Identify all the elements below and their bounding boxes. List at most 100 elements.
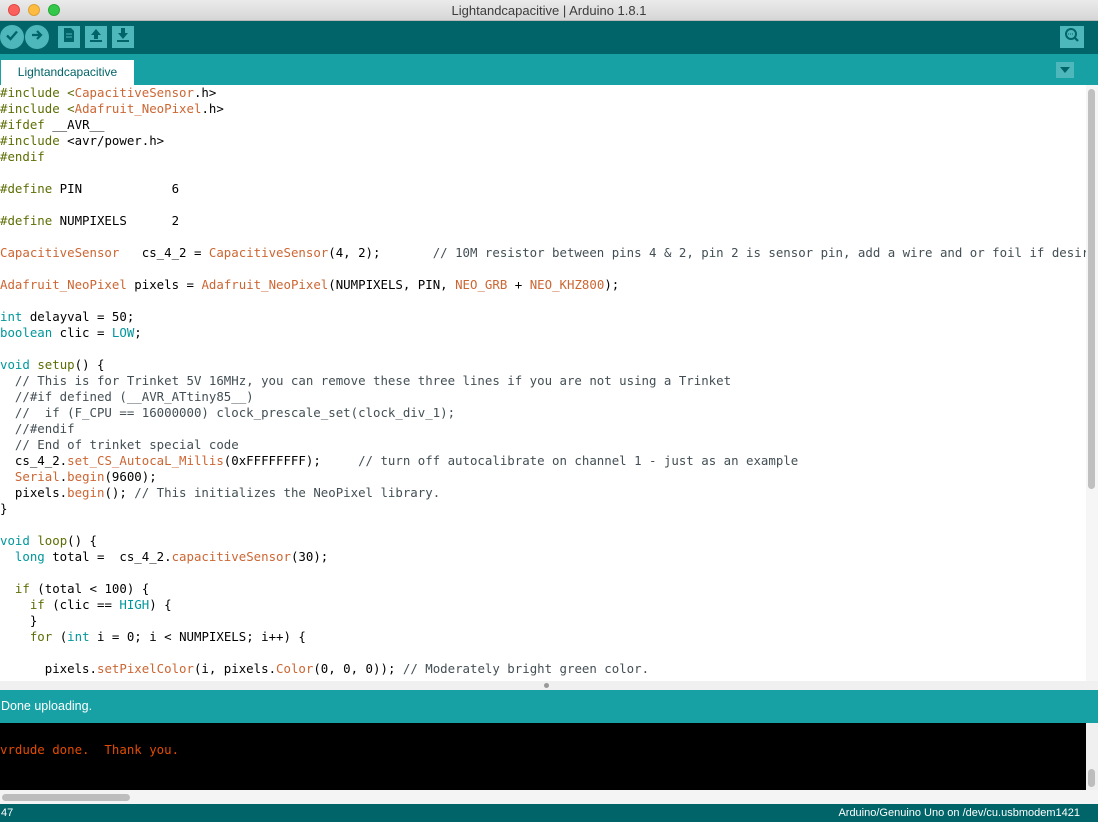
code-token: #include (0, 133, 60, 148)
toolbar (0, 21, 1098, 54)
code-line[interactable]: #define NUMPIXELS 2 (0, 213, 179, 229)
code-line[interactable]: if (clic == HIGH) { (0, 597, 172, 613)
code-line[interactable]: //#endif (0, 421, 75, 437)
code-token: loop (37, 533, 68, 548)
code-token: .h> (201, 101, 224, 116)
code-token: i = 0; i < NUMPIXELS; i++) { (89, 629, 306, 644)
code-token: (i, pixels. (193, 661, 277, 676)
open-arrow-up-icon (89, 27, 103, 48)
code-token: //#if defined (__AVR_ATtiny85__) (0, 389, 254, 404)
code-line[interactable]: pixels.setPixelColor(i, pixels.Color(0, … (0, 661, 649, 677)
code-line[interactable]: // This is for Trinket 5V 16MHz, you can… (0, 373, 731, 389)
code-token: .h> (193, 85, 217, 100)
console-scroll-thumb[interactable] (1088, 769, 1095, 787)
new-sketch-button[interactable] (58, 26, 80, 48)
code-line[interactable]: void setup() { (0, 357, 104, 373)
code-token: #define (0, 181, 53, 196)
code-token: boolean (0, 325, 53, 340)
open-sketch-button[interactable] (85, 26, 107, 48)
code-token: for (29, 629, 53, 644)
code-token: #include < (0, 101, 75, 116)
tab-lightandcapacitive[interactable]: Lightandcapacitive (1, 60, 134, 85)
code-line[interactable]: void loop() { (0, 533, 97, 549)
code-token: void (0, 533, 30, 548)
code-token: CapacitiveSensor (208, 245, 329, 260)
code-token: (); (104, 485, 135, 500)
code-line[interactable]: #include <avr/power.h> (0, 133, 164, 149)
code-line[interactable]: #endif (0, 149, 45, 165)
code-token: } (0, 613, 38, 628)
code-line[interactable]: long total = cs_4_2.capacitiveSensor(30)… (0, 549, 328, 565)
console-horizontal-scrollbar[interactable] (0, 790, 1098, 804)
save-arrow-down-icon (116, 27, 130, 48)
console-vertical-scrollbar[interactable] (1086, 723, 1098, 790)
code-token: ) { (149, 597, 172, 612)
window-title: Lightandcapacitive | Arduino 1.8.1 (451, 3, 647, 18)
code-line[interactable]: // if (F_CPU == 16000000) clock_prescale… (0, 405, 455, 421)
code-line[interactable]: pixels.begin(); // This initializes the … (0, 485, 440, 501)
code-token: LOW (111, 325, 135, 340)
editor-console-divider[interactable] (0, 681, 1098, 690)
divider-handle-icon[interactable] (544, 683, 549, 688)
code-line[interactable]: if (total < 100) { (0, 581, 149, 597)
code-token: capacitiveSensor (171, 549, 291, 564)
code-line[interactable]: } (0, 613, 37, 629)
code-line[interactable]: Serial.begin(9600); (0, 469, 157, 485)
code-token: begin (67, 469, 105, 484)
code-token: // 10M resistor between pins 4 & 2, pin … (432, 245, 1086, 260)
code-token: if (14, 581, 30, 596)
code-token: CapacitiveSensor (74, 85, 194, 100)
code-line[interactable]: int delayval = 50; (0, 309, 134, 325)
code-token: (4, 2); (328, 245, 433, 260)
code-line[interactable]: #include <Adafruit_NeoPixel.h> (0, 101, 224, 117)
code-token: // if (F_CPU == 16000000) clock_prescale… (0, 405, 456, 420)
code-token: ( (52, 629, 68, 644)
code-token: pixels. (0, 485, 68, 500)
magnifier-icon (1063, 27, 1081, 48)
code-line[interactable]: cs_4_2.set_CS_AutocaL_Millis(0xFFFFFFFF)… (0, 453, 798, 469)
code-line[interactable]: } (0, 501, 7, 517)
status-bar: Done uploading. (0, 690, 1098, 723)
code-token: set_CS_AutocaL_Millis (67, 453, 224, 468)
code-token: Adafruit_NeoPixel (201, 277, 329, 292)
code-line[interactable]: #include <CapacitiveSensor.h> (0, 85, 216, 101)
code-line[interactable]: #define PIN 6 (0, 181, 179, 197)
code-line[interactable]: #ifdef __AVR__ (0, 117, 104, 133)
code-token: pixels = (126, 277, 202, 292)
code-token: if (29, 597, 45, 612)
code-line[interactable]: for (int i = 0; i < NUMPIXELS; i++) { (0, 629, 306, 645)
editor-scroll-thumb[interactable] (1088, 89, 1095, 489)
console-line: vrdude done. Thank you. (0, 742, 180, 757)
code-line[interactable]: // End of trinket special code (0, 437, 239, 453)
code-token: cs_4_2 = (119, 245, 209, 260)
code-editor[interactable]: #include <CapacitiveSensor.h> #include <A… (0, 85, 1086, 681)
code-token: () { (67, 533, 97, 548)
code-token: total = cs_4_2. (44, 549, 172, 564)
tab-menu-button[interactable] (1056, 62, 1074, 78)
code-token: setPixelColor (96, 661, 194, 676)
console-hscroll-thumb[interactable] (2, 794, 130, 801)
code-token: + (507, 277, 530, 292)
chevron-down-icon (1060, 61, 1070, 79)
editor-vertical-scrollbar[interactable] (1086, 85, 1098, 681)
console-output[interactable]: vrdude done. Thank you. (0, 723, 1086, 790)
code-token: #endif (0, 149, 45, 164)
code-line[interactable]: //#if defined (__AVR_ATtiny85__) (0, 389, 254, 405)
code-token: cs_4_2. (0, 453, 68, 468)
upload-button[interactable] (25, 25, 49, 49)
code-token: (0xFFFFFFFF); (223, 453, 359, 468)
new-file-icon (62, 27, 76, 48)
serial-monitor-button[interactable] (1060, 26, 1084, 48)
verify-button[interactable] (0, 25, 24, 49)
code-token: pixels. (0, 661, 97, 676)
code-line[interactable]: Adafruit_NeoPixel pixels = Adafruit_NeoP… (0, 277, 619, 293)
save-sketch-button[interactable] (112, 26, 134, 48)
code-token: #ifdef (0, 117, 45, 132)
code-line[interactable]: boolean clic = LOW; (0, 325, 142, 341)
code-token: (clic == (44, 597, 120, 612)
code-token: // End of trinket special code (0, 437, 239, 452)
code-line[interactable]: CapacitiveSensor cs_4_2 = CapacitiveSens… (0, 245, 1086, 261)
